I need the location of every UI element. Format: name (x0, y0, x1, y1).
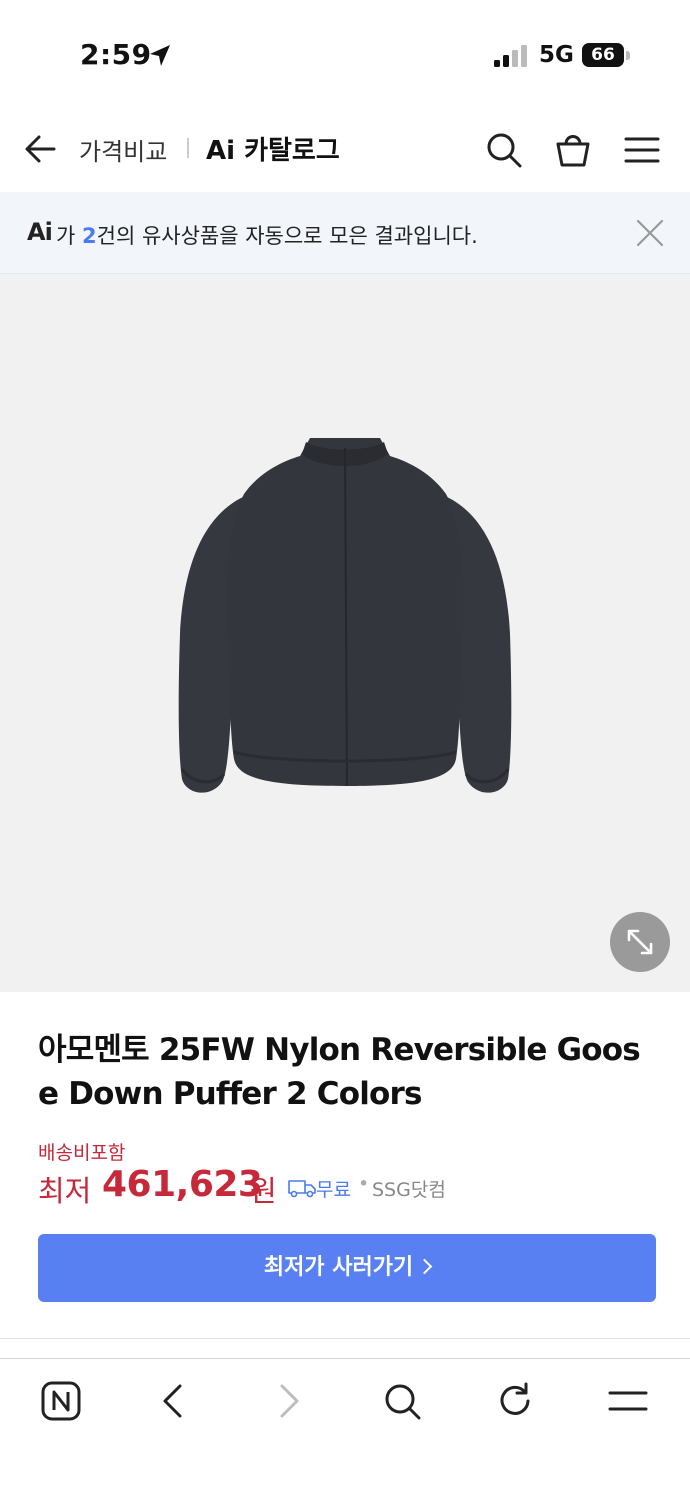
ai-notice-count: 2 (82, 224, 97, 248)
location-arrow-icon (150, 45, 170, 66)
product-title: 아모멘토 25FW Nylon Reversible Goose Down Pu… (38, 1032, 641, 1112)
search-icon[interactable] (484, 130, 524, 170)
forward-icon[interactable] (266, 1379, 310, 1423)
buy-lowest-price-button[interactable]: 최저가 사러가기 (38, 1234, 656, 1302)
search-icon[interactable] (380, 1379, 424, 1423)
battery-level: 66 (582, 43, 624, 67)
shipping-included-label: 배송비포함 (38, 1142, 126, 1164)
battery-cap (626, 51, 630, 60)
network-type: 5G (539, 42, 574, 68)
menu-icon[interactable] (606, 1379, 650, 1423)
section-divider (0, 1338, 690, 1339)
status-bar: 2:59 5G 66 (0, 0, 690, 110)
seller-name[interactable]: SSG닷컴 (372, 1175, 446, 1202)
product-image[interactable] (0, 274, 690, 992)
ai-notice-suffix: 건의 유사상품을 자동으로 모은 결과입니다. (96, 224, 478, 248)
truck-icon (288, 1180, 316, 1198)
breadcrumb-price-compare[interactable]: 가격비교 (79, 132, 167, 167)
breadcrumb-divider (187, 138, 189, 158)
cart-icon[interactable] (553, 130, 593, 170)
naver-home-icon[interactable] (39, 1379, 83, 1423)
lowest-price-label: 최저 (38, 1174, 92, 1208)
close-icon[interactable] (633, 216, 667, 250)
battery-icon: 66 (582, 43, 630, 67)
expand-icon (627, 929, 653, 955)
refresh-icon[interactable] (493, 1379, 537, 1423)
signal-icon (494, 45, 527, 67)
browser-toolbar (0, 1358, 690, 1500)
ai-notice-banner: Ai 가 2건의 유사상품을 자동으로 모은 결과입니다. (0, 192, 690, 274)
ai-notice-prefix: 가 (56, 224, 82, 248)
chevron-right-icon (416, 1258, 433, 1274)
status-time: 2:59 (80, 38, 152, 71)
menu-icon[interactable] (622, 130, 662, 170)
breadcrumb-ai-catalog[interactable]: Ai 카탈로그 (206, 130, 340, 167)
back-arrow-icon[interactable] (22, 130, 60, 168)
expand-image-button[interactable] (610, 912, 670, 972)
app-header: 가격비교 Ai 카탈로그 (0, 110, 690, 192)
free-shipping-label: 무료 (316, 1179, 351, 1201)
price-currency: 원 (250, 1174, 277, 1208)
separator-dot: • (358, 1173, 370, 1195)
back-icon[interactable] (152, 1379, 196, 1423)
jacket-image (178, 438, 512, 793)
ai-logo: Ai (27, 218, 53, 246)
price-value: 461,623 (102, 1164, 263, 1205)
ai-notice-text: 가 2건의 유사상품을 자동으로 모은 결과입니다. (56, 220, 478, 250)
buy-button-label: 최저가 사러가기 (263, 1255, 414, 1280)
